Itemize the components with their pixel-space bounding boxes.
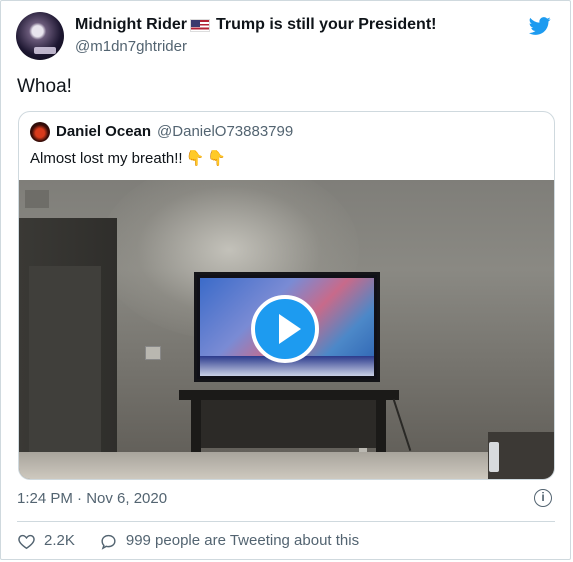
quoted-author-name: Daniel Ocean — [56, 123, 152, 140]
backhand-index-pointing-down-icon: 👇 — [185, 150, 205, 167]
tv-stand-back — [201, 398, 376, 448]
tweet-text: Whoa! — [17, 76, 72, 97]
divider — [17, 521, 555, 522]
author-handle[interactable]: @m1dn7ghtrider — [75, 37, 515, 57]
like-count: 2.2K — [44, 532, 75, 549]
quoted-tweet[interactable]: Daniel Ocean @DanielO73883799 Almost los… — [18, 111, 555, 480]
quoted-tweet-text: Almost lost my breath!! — [30, 150, 183, 167]
tweet-timestamp[interactable]: 1:24 PM · Nov 6, 2020 — [17, 489, 167, 509]
tweeting-about-link[interactable]: 999 people are Tweeting about this — [99, 531, 359, 551]
author-avatar[interactable] — [16, 12, 64, 60]
bottle — [489, 442, 499, 472]
quoted-author-avatar — [30, 122, 50, 142]
twitter-bird-icon[interactable] — [528, 15, 552, 37]
tweet-card: Midnight Rider Trump is still your Presi… — [0, 0, 571, 560]
tv-stand — [179, 390, 399, 400]
tv-stand-leg — [191, 398, 201, 460]
wall-vent — [25, 190, 49, 208]
us-flag-icon — [189, 18, 210, 32]
tweet-stats: 2.2K 999 people are Tweeting about this — [17, 531, 359, 551]
heart-icon — [18, 534, 35, 549]
tweeting-about-text: 999 people are Tweeting about this — [125, 532, 360, 549]
quoted-tweet-text-line: Almost lost my breath!! 👇 👇 — [30, 149, 226, 169]
tweet-header: Midnight Rider Trump is still your Presi… — [75, 15, 515, 57]
avatar-label — [34, 47, 56, 54]
play-icon[interactable] — [251, 295, 319, 363]
like-button[interactable]: 2.2K — [17, 531, 75, 551]
quoted-author-handle: @DanielO73883799 — [157, 123, 294, 140]
light-switch — [145, 346, 161, 360]
bed — [19, 452, 554, 479]
author-name-suffix: Trump is still your President! — [215, 16, 437, 33]
author-display-name: Midnight Rider — [75, 16, 187, 33]
speech-bubble-icon — [101, 534, 116, 550]
video-thumbnail[interactable] — [19, 180, 554, 479]
doorway — [19, 218, 117, 479]
backhand-index-pointing-down-icon: 👇 — [207, 150, 226, 167]
tv-stand-leg — [376, 398, 386, 460]
author-name-line[interactable]: Midnight Rider Trump is still your Presi… — [75, 15, 515, 35]
tv-cable — [392, 399, 412, 451]
info-icon[interactable]: i — [534, 489, 552, 507]
quoted-tweet-header: Daniel Ocean @DanielO73883799 — [30, 122, 293, 142]
